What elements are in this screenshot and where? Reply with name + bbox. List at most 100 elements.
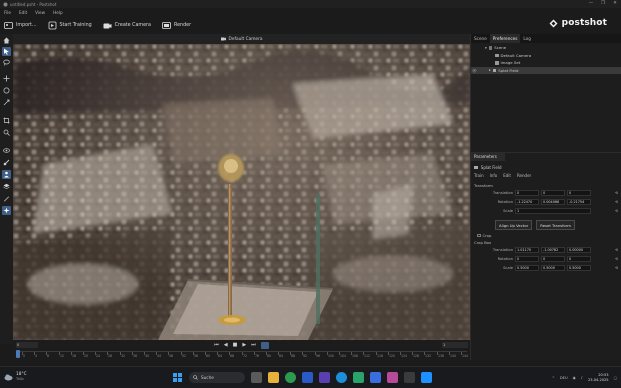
volume-icon[interactable]: ♪: [581, 376, 583, 380]
translation-y[interactable]: 0: [541, 189, 565, 196]
frame-end-field[interactable]: 1: [442, 342, 468, 348]
subtab-info[interactable]: Info: [490, 173, 498, 178]
person-tool[interactable]: [2, 170, 11, 179]
align-up-vector-button[interactable]: Align Up Vector: [495, 220, 533, 230]
menu-help[interactable]: Help: [53, 10, 63, 15]
tab-log[interactable]: Log: [520, 34, 533, 43]
brush-tool[interactable]: [2, 158, 11, 167]
splat-tool[interactable]: [2, 206, 11, 215]
reset-crop-translation-icon[interactable]: ⟲: [615, 248, 618, 252]
crop-rotation-y[interactable]: 0: [541, 255, 565, 262]
skip-start-button[interactable]: ⏮: [214, 342, 219, 348]
translation-x[interactable]: 0: [515, 189, 539, 196]
menu-view[interactable]: View: [35, 10, 45, 15]
lasso-tool[interactable]: [2, 58, 11, 67]
tree-label: Scene: [494, 45, 507, 51]
play-button[interactable]: ▶: [242, 342, 246, 348]
timeline-ruler[interactable]: 0 4 8 12 16 20 24 28 32 36 40 44 48 52 56 60 64 68 72 76 80 8…: [16, 350, 468, 358]
task-view-icon[interactable]: [251, 372, 262, 383]
menu-file[interactable]: File: [4, 10, 11, 15]
tree-item-splat-field[interactable]: 👁 ▸ Splat Field: [471, 66, 621, 74]
app-pink-icon[interactable]: [387, 372, 398, 383]
home-tool[interactable]: [2, 36, 11, 45]
app-purple-icon[interactable]: [319, 372, 330, 383]
crop-scale-z[interactable]: 0.5000: [567, 264, 591, 271]
transform-buttons: Align Up Vector Reset Transform: [471, 220, 621, 230]
ruler-label: 44: [157, 354, 162, 358]
tab-preferences[interactable]: Preferences: [489, 34, 521, 43]
crop-tool[interactable]: [2, 116, 11, 125]
postshot-taskbar-icon[interactable]: [404, 372, 415, 383]
create-camera-button[interactable]: Create Camera: [103, 21, 151, 30]
zoom-tool[interactable]: [2, 128, 11, 137]
viewport-header: Default Camera: [13, 34, 470, 44]
reset-crop-rotation-icon[interactable]: ⟲: [615, 257, 618, 261]
camera-keyframe-button[interactable]: [260, 341, 269, 349]
maximize-button[interactable]: ❐: [597, 0, 609, 8]
reset-scale-icon[interactable]: ⟲: [615, 209, 618, 213]
3d-viewport[interactable]: [13, 44, 470, 340]
scale-tool[interactable]: [2, 98, 11, 107]
playhead[interactable]: [16, 350, 20, 358]
reset-transform-button[interactable]: Reset Transform: [536, 220, 575, 230]
crop-checkbox[interactable]: [477, 233, 481, 238]
tree-item-default-camera[interactable]: Default Camera: [471, 52, 621, 60]
layers-tool[interactable]: [2, 182, 11, 191]
rotate-tool[interactable]: [2, 86, 11, 95]
reset-translation-icon[interactable]: ⟲: [615, 191, 618, 195]
crop-checkbox-row[interactable]: Crop: [471, 233, 621, 238]
crop-rotation-z[interactable]: 0: [567, 255, 591, 262]
start-training-button[interactable]: Start Training: [48, 21, 92, 30]
clock[interactable]: 20:53 23.04.2025: [588, 373, 609, 382]
tree-label: Splat Field: [498, 67, 519, 73]
stop-button[interactable]: ■: [233, 342, 238, 348]
import-button[interactable]: Import...: [4, 21, 37, 30]
notification-icon[interactable]: ▢: [614, 376, 617, 380]
rotation-z[interactable]: -0.21754: [567, 198, 591, 205]
subtab-edit[interactable]: Edit: [503, 173, 511, 178]
crop-rotation-x[interactable]: 0: [515, 255, 539, 262]
crop-translation-x[interactable]: 1.01170: [515, 246, 539, 253]
eye-tool[interactable]: [2, 146, 11, 155]
close-button[interactable]: ✕: [609, 0, 621, 8]
language-indicator[interactable]: DEU: [560, 376, 568, 380]
crop-translation-y[interactable]: -1.00782: [541, 246, 565, 253]
app-store-icon[interactable]: [370, 372, 381, 383]
rotation-y[interactable]: 0.004066: [541, 198, 565, 205]
app-cyan-icon[interactable]: [421, 372, 432, 383]
app-green-icon[interactable]: [353, 372, 364, 383]
viewport-camera-label[interactable]: Default Camera: [229, 37, 263, 42]
menu-edit[interactable]: Edit: [19, 10, 27, 15]
tray-chevron-icon[interactable]: ^: [552, 376, 555, 380]
start-button[interactable]: [172, 372, 183, 383]
crop-scale-x[interactable]: 0.5000: [515, 264, 539, 271]
edge-icon[interactable]: [336, 372, 347, 383]
move-tool[interactable]: [2, 74, 11, 83]
app-blue-icon[interactable]: [302, 372, 313, 383]
translation-z[interactable]: 0: [567, 189, 591, 196]
file-explorer-icon[interactable]: [268, 372, 279, 383]
minimize-button[interactable]: —: [585, 0, 597, 8]
paint-tool[interactable]: [2, 194, 11, 203]
parameters-header[interactable]: Parameters: [471, 153, 505, 161]
subtab-train[interactable]: Train: [474, 173, 484, 178]
tab-scene[interactable]: Scene: [471, 34, 490, 43]
reset-crop-scale-icon[interactable]: ⟲: [615, 266, 618, 270]
taskbar-search[interactable]: Suche: [189, 372, 245, 383]
tree-item-image-set[interactable]: Image Set: [471, 59, 621, 67]
wifi-icon[interactable]: ◉: [573, 376, 576, 380]
select-tool[interactable]: [2, 47, 11, 56]
scale-value[interactable]: 1: [515, 207, 591, 214]
skip-end-button[interactable]: ⏭: [251, 342, 256, 348]
crop-scale-y[interactable]: 0.5000: [541, 264, 565, 271]
render-button[interactable]: Render: [162, 21, 191, 30]
reset-rotation-icon[interactable]: ⟲: [615, 200, 618, 204]
weather-widget[interactable]: 18°C Trüb: [4, 372, 27, 381]
rotation-x[interactable]: -1.22470: [515, 198, 539, 205]
step-back-button[interactable]: ◀: [224, 342, 228, 348]
crop-translation-z[interactable]: 0.00000: [567, 246, 591, 253]
tree-item-scene[interactable]: ▾ Scene: [471, 44, 621, 52]
chrome-icon[interactable]: [285, 372, 296, 383]
visibility-eye-icon[interactable]: 👁: [472, 68, 477, 73]
subtab-render[interactable]: Render: [517, 173, 531, 178]
